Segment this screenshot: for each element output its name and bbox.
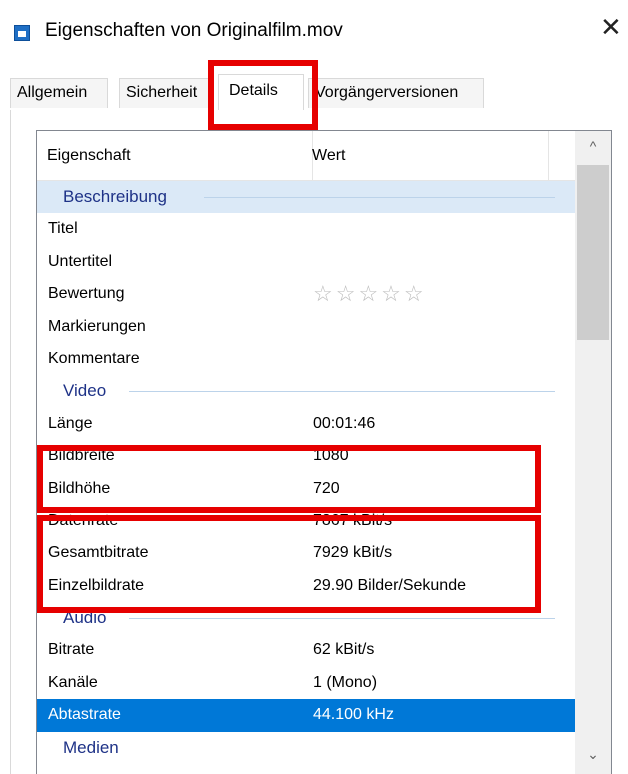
property-value: 1080 bbox=[313, 447, 349, 465]
group-label: Medien bbox=[63, 737, 119, 757]
property-value: 7929 kBit/s bbox=[313, 544, 393, 562]
group-header-video[interactable]: Video bbox=[37, 375, 575, 407]
vertical-scrollbar[interactable]: ^ ⌄ bbox=[575, 131, 611, 774]
property-name: Untertitel bbox=[48, 252, 113, 270]
property-row-datenrate[interactable]: Datenrate 7867 kBit/s bbox=[37, 505, 575, 537]
property-row-bewertung[interactable]: Bewertung ☆☆☆☆☆ bbox=[37, 278, 575, 310]
title-bar: Eigenschaften von Originalfilm.mov ✕ bbox=[0, 0, 628, 62]
property-name: Datenrate bbox=[48, 511, 119, 529]
property-name: Abtastrate bbox=[48, 706, 121, 724]
property-row-titel[interactable]: Titel bbox=[37, 213, 575, 245]
property-value: 29.90 Bilder/Sekunde bbox=[313, 576, 466, 594]
group-divider bbox=[129, 391, 555, 393]
property-name: Bildhöhe bbox=[48, 479, 111, 497]
property-row-markierungen[interactable]: Markierungen bbox=[37, 311, 575, 343]
group-header-audio[interactable]: Audio bbox=[37, 602, 575, 634]
property-name: Titel bbox=[48, 220, 78, 238]
property-row-einzelbildrate[interactable]: Einzelbildrate 29.90 Bilder/Sekunde bbox=[37, 570, 575, 602]
column-header-wert[interactable]: Wert bbox=[303, 131, 549, 180]
property-value: 7867 kBit/s bbox=[313, 511, 393, 529]
rating-stars-icon[interactable]: ☆☆☆☆☆ bbox=[313, 278, 427, 310]
column-header: Eigenschaft Wert bbox=[37, 131, 575, 181]
property-row-kommentare[interactable]: Kommentare bbox=[37, 343, 575, 375]
column-header-eigenschaft[interactable]: Eigenschaft bbox=[37, 131, 313, 180]
property-row-abtastrate[interactable]: Abtastrate 44.100 kHz bbox=[37, 699, 575, 732]
group-label: Audio bbox=[63, 608, 107, 628]
property-name: Kanäle bbox=[48, 673, 98, 691]
group-header-medien[interactable]: Medien bbox=[37, 732, 575, 764]
property-name: Länge bbox=[48, 414, 93, 432]
video-file-icon bbox=[14, 25, 30, 41]
tab-vorgaengerversionen[interactable]: Vorgängerversionen bbox=[308, 78, 484, 108]
property-row-kanaele[interactable]: Kanäle 1 (Mono) bbox=[37, 667, 575, 699]
property-name: Bewertung bbox=[48, 285, 125, 303]
property-row-bildbreite[interactable]: Bildbreite 1080 bbox=[37, 440, 575, 472]
property-row-bitrate[interactable]: Bitrate 62 kBit/s bbox=[37, 634, 575, 666]
property-value: 720 bbox=[313, 479, 340, 497]
close-icon[interactable]: ✕ bbox=[600, 14, 622, 40]
property-rows: Beschreibung Titel Untertitel Bewertung ☆… bbox=[37, 181, 575, 764]
group-divider bbox=[204, 197, 555, 198]
property-value: 1 (Mono) bbox=[313, 673, 378, 691]
property-row-untertitel[interactable]: Untertitel bbox=[37, 246, 575, 278]
property-name: Gesamtbitrate bbox=[48, 544, 149, 562]
group-header-beschreibung[interactable]: Beschreibung bbox=[37, 181, 575, 214]
scroll-up-icon[interactable]: ^ bbox=[575, 131, 611, 161]
scroll-down-icon[interactable]: ⌄ bbox=[575, 739, 611, 769]
property-name: Kommentare bbox=[48, 349, 140, 367]
tab-allgemein[interactable]: Allgemein bbox=[10, 78, 108, 108]
tab-strip: Allgemein Sicherheit Details Vorgängerve… bbox=[10, 74, 628, 112]
property-row-laenge[interactable]: Länge 00:01:46 bbox=[37, 408, 575, 440]
property-name: Bitrate bbox=[48, 641, 95, 659]
group-label: Video bbox=[63, 381, 107, 401]
property-value: 44.100 kHz bbox=[313, 706, 394, 724]
tab-details[interactable]: Details bbox=[218, 74, 304, 110]
property-name: Bildbreite bbox=[48, 447, 115, 465]
scroll-thumb[interactable] bbox=[577, 165, 609, 340]
window-title: Eigenschaften von Originalfilm.mov bbox=[45, 20, 343, 41]
property-value: 00:01:46 bbox=[313, 414, 376, 432]
property-name: Markierungen bbox=[48, 317, 146, 335]
property-row-bildhoehe[interactable]: Bildhöhe 720 bbox=[37, 473, 575, 505]
properties-list[interactable]: Eigenschaft Wert Beschreibung Titel Unte… bbox=[36, 130, 612, 774]
property-value: 62 kBit/s bbox=[313, 641, 375, 659]
property-row-gesamtbitrate[interactable]: Gesamtbitrate 7929 kBit/s bbox=[37, 537, 575, 569]
tab-sicherheit[interactable]: Sicherheit bbox=[119, 78, 213, 108]
group-label: Beschreibung bbox=[63, 187, 167, 206]
group-divider bbox=[129, 618, 555, 620]
property-name: Einzelbildrate bbox=[48, 576, 145, 594]
